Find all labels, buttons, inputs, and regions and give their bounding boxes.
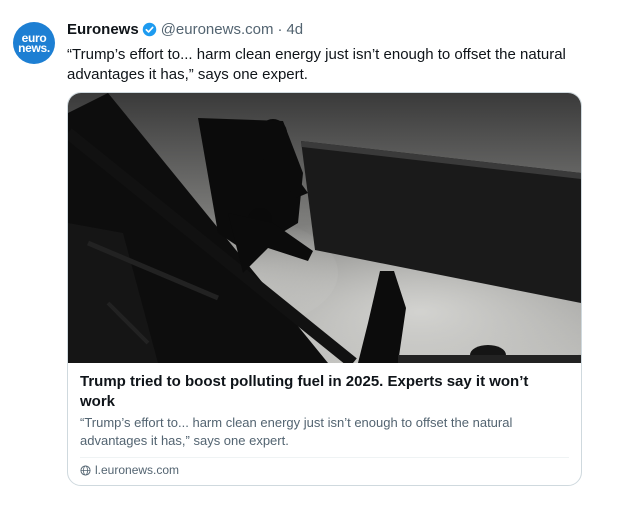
euronews-avatar[interactable]: euro news. — [13, 22, 55, 64]
author-name[interactable]: Euronews — [67, 21, 139, 38]
post-text: “Trump’s effort to... harm clean energy … — [67, 46, 566, 83]
post-timestamp[interactable]: 4d — [286, 21, 303, 38]
author-handle[interactable]: @euronews.com — [161, 21, 274, 38]
separator-dot: · — [277, 21, 283, 38]
card-divider — [80, 457, 569, 458]
card-domain-text: l.euronews.com — [95, 463, 180, 477]
avatar-text-line2: news. — [18, 41, 50, 55]
solar-panel-workers-image — [68, 93, 581, 363]
globe-icon — [80, 464, 91, 476]
link-card[interactable]: Trump tried to boost polluting fuel in 2… — [67, 92, 582, 486]
card-title[interactable]: Trump tried to boost polluting fuel in 2… — [80, 372, 560, 412]
verified-badge-icon — [142, 22, 156, 37]
card-description: “Trump’s effort to... harm clean energy … — [80, 415, 513, 448]
post-header: Euronews @euronews.com · 4d — [67, 21, 303, 38]
card-domain[interactable]: l.euronews.com — [80, 463, 179, 477]
